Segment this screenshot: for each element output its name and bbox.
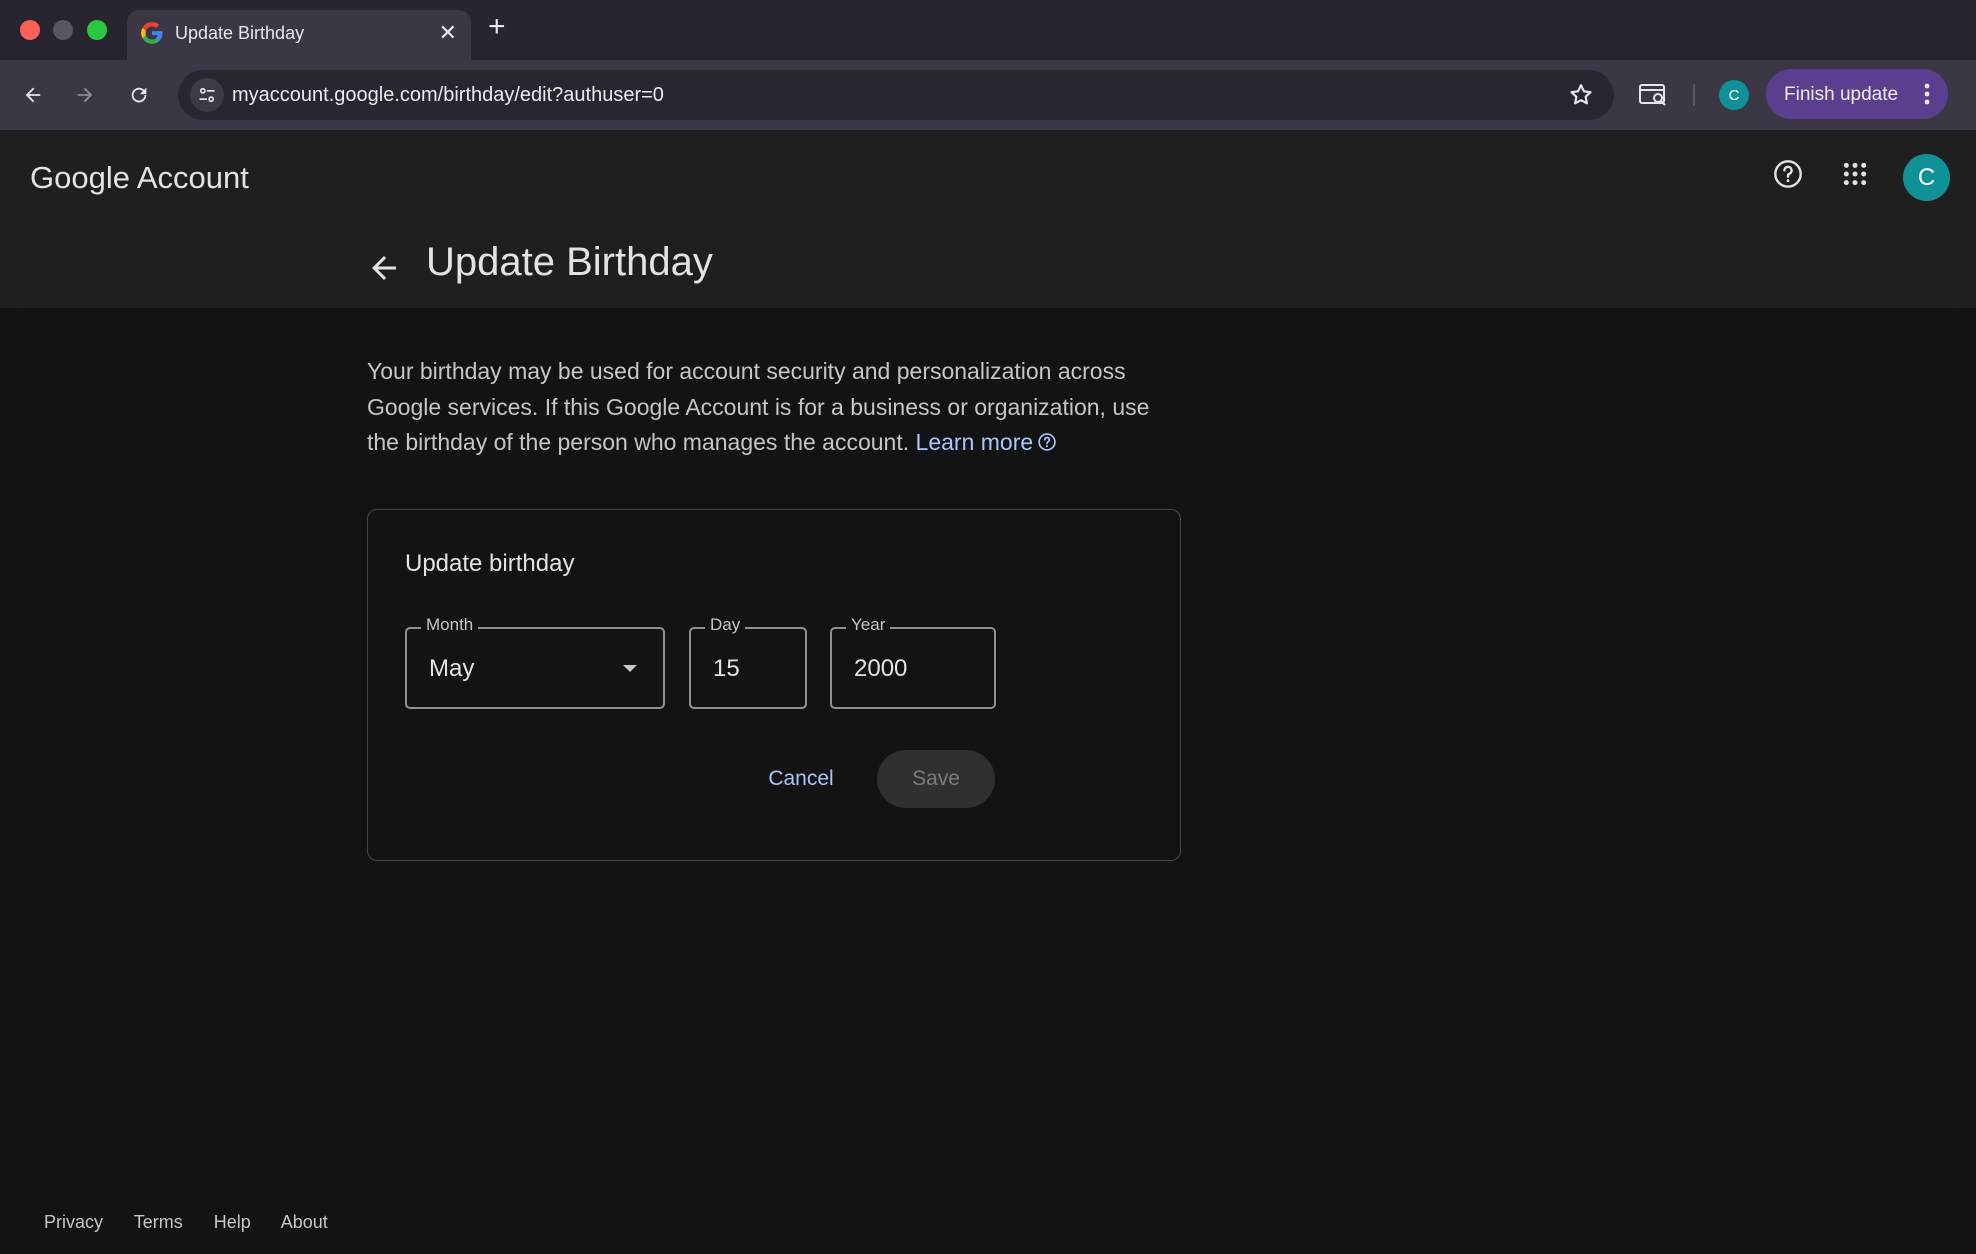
google-account-logo[interactable]: Google Account — [30, 160, 249, 196]
logo-google-text: Google — [30, 160, 130, 195]
year-label: Year — [846, 615, 891, 635]
tab-close-icon[interactable]: ✕ — [439, 20, 457, 46]
browser-tab[interactable]: Update Birthday ✕ — [127, 10, 471, 60]
page-header: Google Account C Update Birthday — [0, 130, 1976, 308]
logo-account-text: Account — [136, 160, 249, 195]
bookmark-star-icon[interactable] — [1568, 82, 1594, 108]
tab-title: Update Birthday — [175, 23, 305, 43]
reload-icon[interactable] — [122, 78, 156, 112]
url-text[interactable]: myaccount.google.com/birthday/edit?authu… — [232, 84, 664, 107]
tab-search-icon[interactable] — [1638, 82, 1668, 108]
back-arrow-icon[interactable] — [366, 250, 402, 286]
month-select[interactable]: Month May — [405, 615, 665, 709]
footer-link-privacy[interactable]: Privacy — [44, 1212, 103, 1232]
help-icon[interactable] — [1768, 154, 1808, 194]
day-input[interactable]: Day 15 — [689, 615, 807, 709]
day-value: 15 — [713, 655, 740, 682]
cancel-button[interactable]: Cancel — [743, 750, 859, 808]
forward-nav-icon[interactable] — [68, 78, 102, 112]
year-input[interactable]: Year 2000 — [830, 615, 996, 709]
footer-link-terms[interactable]: Terms — [134, 1212, 183, 1232]
page-title: Update Birthday — [426, 240, 713, 284]
save-button[interactable]: Save — [877, 750, 995, 808]
address-bar[interactable]: myaccount.google.com/birthday/edit?authu… — [178, 70, 1614, 120]
finish-update-label: Finish update — [1784, 84, 1899, 105]
help-circle-icon[interactable] — [1037, 432, 1057, 452]
account-avatar[interactable]: C — [1903, 154, 1950, 201]
maximize-window-button[interactable] — [87, 20, 107, 40]
browser-profile-avatar[interactable]: C — [1719, 80, 1749, 110]
google-favicon-icon — [141, 22, 163, 44]
learn-more-link[interactable]: Learn more — [916, 429, 1034, 455]
card-title: Update birthday — [405, 550, 575, 577]
more-vert-icon — [1924, 83, 1930, 105]
minimize-window-button[interactable] — [53, 20, 73, 40]
dropdown-caret-icon — [623, 665, 637, 672]
day-label: Day — [705, 615, 746, 635]
close-window-button[interactable] — [20, 20, 40, 40]
footer-link-help[interactable]: Help — [214, 1212, 251, 1232]
month-label: Month — [421, 615, 479, 635]
browser-toolbar: myaccount.google.com/birthday/edit?authu… — [0, 60, 1976, 130]
footer-link-about[interactable]: About — [281, 1212, 328, 1232]
apps-grid-icon[interactable] — [1835, 154, 1875, 194]
footer-links: Privacy Terms Help About — [44, 1212, 354, 1233]
toolbar-divider — [1693, 84, 1695, 106]
main-content: Your birthday may be used for account se… — [0, 308, 1976, 1254]
site-info-icon[interactable] — [190, 78, 224, 112]
back-nav-icon[interactable] — [16, 78, 50, 112]
month-value: May — [429, 655, 475, 682]
finish-update-button[interactable]: Finish update — [1766, 69, 1948, 119]
year-value: 2000 — [854, 655, 908, 682]
browser-tab-bar: Update Birthday ✕ + — [0, 0, 1976, 60]
update-birthday-card: Update birthday Month May Day 15 Year 20… — [367, 509, 1181, 861]
new-tab-button[interactable]: + — [488, 12, 506, 42]
birthday-description: Your birthday may be used for account se… — [367, 354, 1187, 461]
